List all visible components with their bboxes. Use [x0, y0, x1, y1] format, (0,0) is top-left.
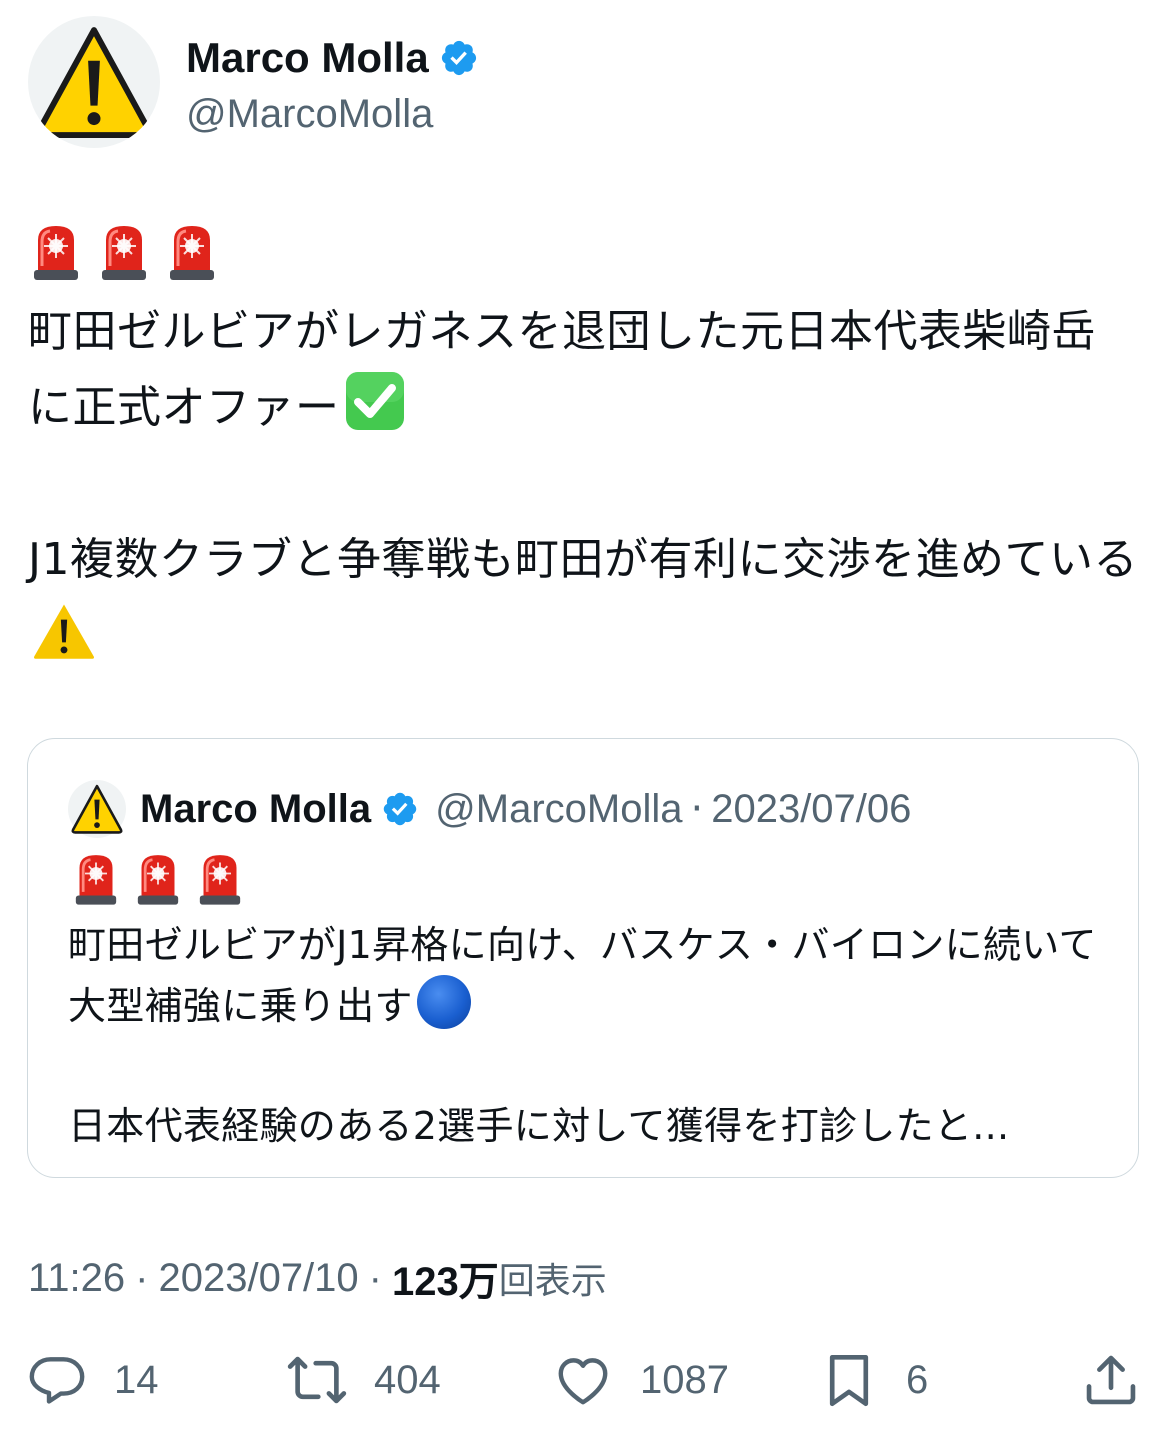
police-car-light-icon	[136, 851, 180, 907]
police-car-light-icon	[100, 222, 148, 282]
quoted-line: 日本代表経験のある2選手に対して獲得を打診したと...	[68, 1104, 1010, 1148]
quoted-date: 2023/07/06	[711, 786, 912, 831]
police-car-light-icon	[32, 222, 80, 282]
reply-icon	[29, 1357, 85, 1404]
tweet-meta: 11:26 · 2023/07/10 · 123万 回表示	[28, 1248, 607, 1308]
share-icon	[1086, 1355, 1136, 1405]
share-button[interactable]	[1080, 1345, 1142, 1415]
reply-count: 14	[114, 1357, 159, 1402]
warning-icon	[34, 604, 94, 659]
separator-dot: ·	[368, 1255, 382, 1300]
police-car-light-icon	[168, 222, 216, 282]
warning-icon	[71, 783, 123, 835]
quoted-author-handle: @MarcoMolla	[435, 786, 683, 831]
quoted-paragraph: 町田ゼルビアがJ1昇格に向け、バスケス・バイロンに続いて大型補強に乗り出す	[68, 915, 1108, 1036]
verified-badge-icon	[381, 790, 419, 828]
retweet-button[interactable]: 404	[286, 1345, 441, 1415]
retweet-count: 404	[374, 1357, 441, 1402]
tweet-paragraph: J1複数クラブと争奪戦も町田が有利に交渉を進めている	[28, 522, 1138, 674]
like-count: 1087	[640, 1357, 729, 1402]
quoted-tweet[interactable]: Marco Molla @MarcoMolla · 2023/07/06 町田ゼ…	[27, 738, 1139, 1178]
author-info: Marco Molla @MarcoMolla	[186, 30, 479, 140]
tweet-time[interactable]: 11:26	[28, 1256, 125, 1301]
tweet-text: 町田ゼルビアがレガネスを退団した元日本代表柴崎岳に正式オファー J1複数クラブと…	[28, 294, 1138, 674]
tweet-paragraph: 町田ゼルビアがレガネスを退団した元日本代表柴崎岳に正式オファー	[28, 294, 1138, 446]
siren-emoji-row	[32, 222, 216, 282]
warning-icon	[35, 23, 153, 141]
quoted-line: 町田ゼルビアがJ1昇格に向け、バスケス・バイロンに続いて大型補強に乗り出す	[68, 923, 1097, 1028]
police-car-light-icon	[74, 851, 118, 907]
police-car-light-icon	[198, 851, 242, 907]
quoted-siren-emoji-row	[74, 851, 242, 907]
view-count-label: 回表示	[498, 1261, 607, 1302]
action-bar: 14 404 1087 6	[26, 1345, 1146, 1415]
like-button[interactable]: 1087	[552, 1345, 729, 1415]
reply-button[interactable]: 14	[26, 1345, 159, 1415]
bookmark-count: 6	[906, 1357, 929, 1402]
quoted-author-name: Marco Molla	[140, 786, 372, 831]
avatar[interactable]	[28, 16, 160, 148]
quoted-avatar	[68, 780, 126, 838]
retweet-icon	[287, 1356, 347, 1404]
paragraph-text: J1複数クラブと争奪戦も町田が有利に交渉を進めている	[28, 534, 1138, 585]
tweet-header: Marco Molla @MarcoMolla	[28, 16, 1138, 151]
separator-dot: ·	[690, 786, 704, 832]
author-name-row: Marco Molla	[186, 30, 479, 86]
check-mark-button-icon	[345, 372, 404, 430]
verified-badge-icon	[439, 38, 479, 78]
author-name[interactable]: Marco Molla	[186, 30, 429, 86]
quoted-tweet-text: 町田ゼルビアがJ1昇格に向け、バスケス・バイロンに続いて大型補強に乗り出す 日本…	[68, 915, 1108, 1156]
bookmark-icon	[829, 1354, 869, 1407]
tweet-date[interactable]: 2023/07/10	[158, 1256, 358, 1301]
separator-dot: ·	[135, 1255, 149, 1300]
paragraph-text: 町田ゼルビアがレガネスを退団した元日本代表柴崎岳に正式オファー	[28, 306, 1096, 433]
quoted-paragraph: 日本代表経験のある2選手に対して獲得を打診したと...	[68, 1096, 1108, 1156]
quoted-tweet-header: Marco Molla @MarcoMolla · 2023/07/06	[68, 779, 911, 839]
heart-icon	[558, 1358, 608, 1405]
bookmark-button[interactable]: 6	[818, 1345, 928, 1415]
view-count: 123万	[392, 1260, 499, 1304]
blue-circle-icon	[416, 975, 471, 1029]
author-handle[interactable]: @MarcoMolla	[186, 88, 479, 140]
